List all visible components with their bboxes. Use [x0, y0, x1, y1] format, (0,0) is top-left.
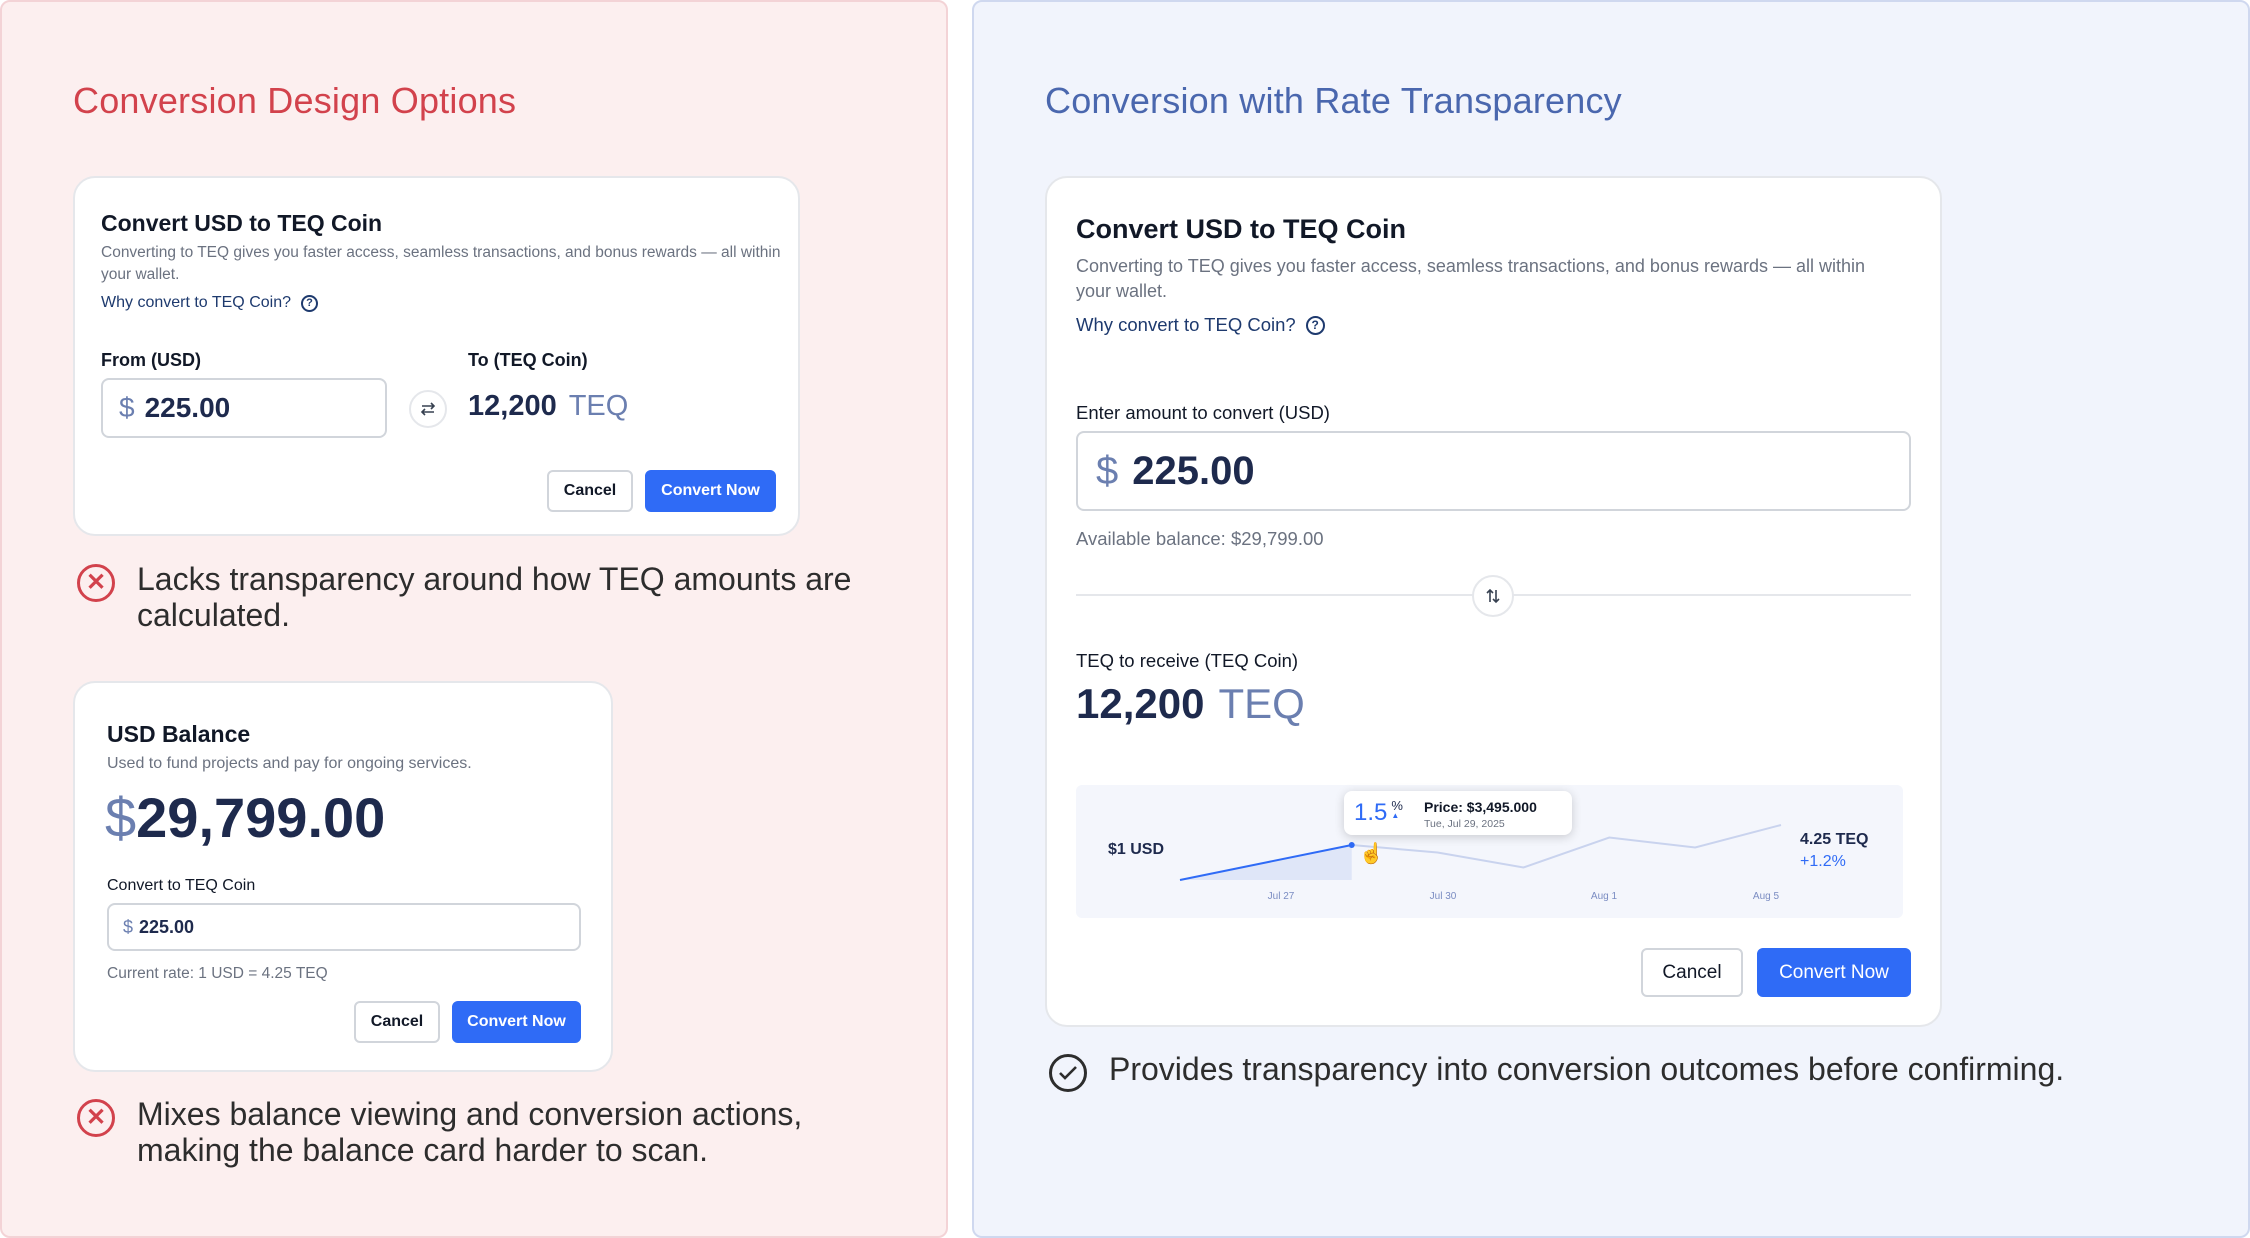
- card-description: Converting to TEQ gives you faster acces…: [1076, 256, 1866, 302]
- convert-label: Convert to TEQ Coin: [107, 877, 256, 894]
- cancel-button[interactable]: Cancel: [547, 470, 633, 512]
- tooltip-percent: 1.5: [1354, 799, 1388, 826]
- convert-card-transparent: Convert USD to TEQ Coin Converting to TE…: [1045, 176, 1942, 1027]
- enter-amount-label: Enter amount to convert (USD): [1076, 402, 1330, 423]
- teq-unit: TEQ: [568, 390, 629, 422]
- note-text: Mixes balance viewing and conversion act…: [137, 1096, 803, 1168]
- help-icon: ?: [301, 294, 318, 312]
- cancel-button[interactable]: Cancel: [354, 1001, 440, 1043]
- chart-x-tick: Aug 1: [1591, 891, 1618, 902]
- receive-label: TEQ to receive (TEQ Coin): [1076, 650, 1299, 671]
- teq-output: 12,200 TEQ: [1076, 680, 1305, 728]
- chart-point[interactable]: [1348, 842, 1355, 848]
- note-mixes-actions: ✕ Mixes balance viewing and conversion a…: [77, 1096, 877, 1169]
- available-balance: Available balance: $29,799.00: [1076, 528, 1324, 549]
- tooltip-price: Price: $3,495.000: [1424, 799, 1537, 815]
- rate-chart: $1 USD Jul 27 Jul 30 Aug 1 Aug 5 4.25 TEQ +…: [1076, 785, 1903, 918]
- note-lacks-transparency: ✕ Lacks transparency around how TEQ amou…: [77, 561, 877, 634]
- teq-unit: TEQ: [1218, 680, 1305, 727]
- amount-value: 225.00: [139, 916, 195, 937]
- chart-tooltip: 1.5 % ▲ Price: $3,495.000 Tue, Jul 29, 2…: [1344, 791, 1572, 835]
- why-convert-link[interactable]: Why convert to TEQ Coin? ?: [1076, 314, 1325, 336]
- error-icon: ✕: [77, 564, 115, 602]
- check-icon: [1049, 1054, 1087, 1092]
- design-options-panel: Conversion Design Options Convert USD to…: [0, 0, 948, 1238]
- card-title: USD Balance: [107, 721, 251, 747]
- card-title: Convert USD to TEQ Coin: [101, 210, 383, 236]
- currency-symbol: $: [119, 392, 135, 423]
- panel-title: Conversion Design Options: [73, 80, 517, 121]
- why-convert-label: Why convert to TEQ Coin?: [1076, 314, 1296, 335]
- usd-amount-input[interactable]: $ 225.00: [1076, 431, 1911, 511]
- chart-x-tick: Jul 27: [1268, 891, 1295, 902]
- convert-now-button[interactable]: Convert Now: [1757, 948, 1911, 997]
- chart-x-tick: Jul 30: [1430, 891, 1457, 902]
- swap-button[interactable]: [409, 390, 447, 428]
- chart-right-value: 4.25 TEQ: [1800, 831, 1869, 848]
- swap-icon: [420, 402, 436, 416]
- up-arrow-icon: ▲: [1391, 811, 1400, 820]
- amount-value: 225.00: [144, 392, 231, 423]
- convert-now-button[interactable]: Convert Now: [645, 470, 776, 512]
- to-label: To (TEQ Coin): [468, 350, 588, 370]
- currency-symbol: $: [1096, 448, 1119, 493]
- usd-balance-card: USD Balance Used to fund projects and pa…: [73, 681, 613, 1072]
- note-text: Provides transparency into conversion ou…: [1109, 1051, 2065, 1087]
- swap-vertical-icon: [1486, 588, 1500, 604]
- rate-transparency-panel: Conversion with Rate Transparency Conver…: [972, 0, 2250, 1238]
- note-provides-transparency: Provides transparency into conversion ou…: [1049, 1051, 2199, 1092]
- convert-amount-input[interactable]: $ 225.00: [107, 903, 581, 951]
- chart-right-change: +1.2%: [1800, 853, 1846, 870]
- chart-x-tick: Aug 5: [1753, 891, 1780, 902]
- convert-card-option-1: Convert USD to TEQ Coin Converting to TE…: [73, 176, 800, 536]
- why-convert-label: Why convert to TEQ Coin?: [101, 294, 291, 311]
- tooltip-date: Tue, Jul 29, 2025: [1424, 818, 1505, 830]
- note-text: Lacks transparency around how TEQ amount…: [137, 561, 852, 633]
- error-icon: ✕: [77, 1099, 115, 1137]
- from-label: From (USD): [101, 350, 201, 370]
- help-icon: ?: [1305, 315, 1325, 335]
- teq-output: 12,200 TEQ: [468, 390, 628, 423]
- why-convert-link[interactable]: Why convert to TEQ Coin? ?: [101, 294, 318, 312]
- card-title: Convert USD to TEQ Coin: [1076, 214, 1406, 244]
- amount-value: 225.00: [1132, 448, 1255, 493]
- teq-amount: 12,200: [1076, 680, 1205, 727]
- cancel-button[interactable]: Cancel: [1641, 948, 1743, 997]
- card-description: Converting to TEQ gives you faster acces…: [101, 244, 781, 283]
- balance-value: 29,799.00: [136, 786, 386, 849]
- panel-title: Conversion with Rate Transparency: [1045, 80, 1622, 121]
- balance-currency: $: [105, 786, 137, 849]
- current-rate-text: Current rate: 1 USD = 4.25 TEQ: [107, 965, 328, 982]
- usd-amount-input[interactable]: $ 225.00: [101, 378, 387, 438]
- currency-symbol: $: [123, 916, 134, 937]
- card-description: Used to fund projects and pay for ongoin…: [107, 755, 472, 772]
- pointer-cursor-icon: ☝: [1359, 843, 1384, 865]
- swap-button[interactable]: [1472, 575, 1514, 617]
- convert-now-button[interactable]: Convert Now: [452, 1001, 581, 1043]
- balance-amount: $ 29,799.00: [105, 785, 385, 850]
- teq-amount: 12,200: [468, 390, 557, 422]
